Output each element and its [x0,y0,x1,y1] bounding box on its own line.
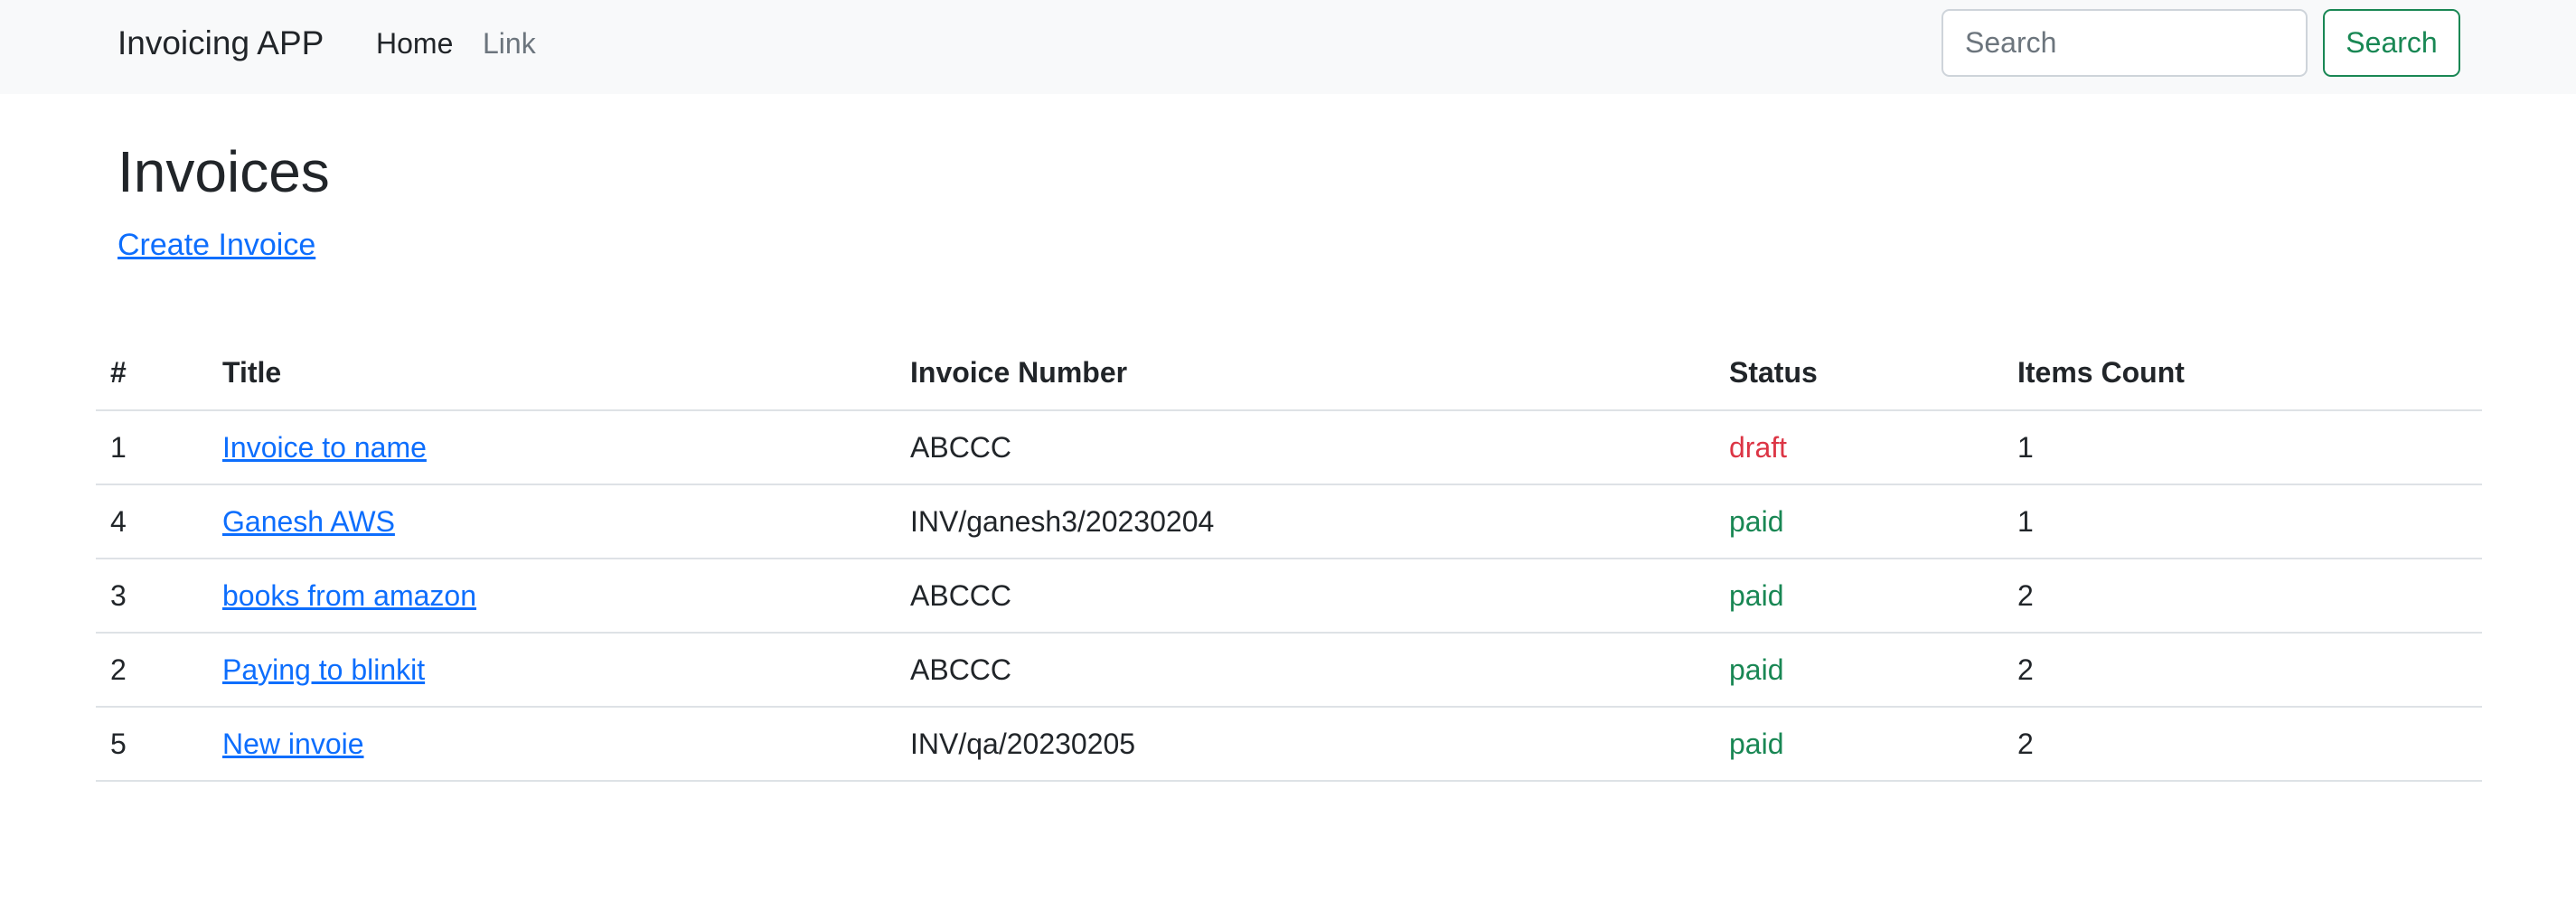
nav-link-home[interactable]: Home [376,25,453,61]
invoice-title-link[interactable]: Invoice to name [222,431,427,464]
status-badge: draft [1715,410,2003,485]
cell-items-count: 2 [2003,707,2482,782]
top-navbar: Invoicing APP Home Link Search [0,0,2576,94]
cell-invoice-number: ABCCC [896,410,1715,485]
invoice-title-link[interactable]: New invoie [222,728,364,760]
status-badge: paid [1715,707,2003,782]
brand-logo[interactable]: Invoicing APP [118,23,324,63]
table-row: 4 Ganesh AWS INV/ganesh3/20230204 paid 1 [96,484,2482,559]
table-row: 1 Invoice to name ABCCC draft 1 [96,410,2482,485]
table-header-row: # Title Invoice Number Status Items Coun… [96,336,2482,411]
invoice-title-link[interactable]: Ganesh AWS [222,505,395,538]
create-invoice-link[interactable]: Create Invoice [118,226,315,264]
page-title: Invoices [118,139,330,204]
invoice-title-link[interactable]: books from amazon [222,579,476,612]
cell-items-count: 1 [2003,484,2482,559]
cell-id: 3 [96,559,208,634]
cell-id: 4 [96,484,208,559]
cell-invoice-number: INV/ganesh3/20230204 [896,484,1715,559]
column-header-status: Status [1715,336,2003,411]
cell-id: 5 [96,707,208,782]
status-badge: paid [1715,559,2003,634]
column-header-items-count: Items Count [2003,336,2482,411]
nav-link-link[interactable]: Link [483,25,536,61]
cell-items-count: 1 [2003,410,2482,485]
table-row: 5 New invoie INV/qa/20230205 paid 2 [96,707,2482,782]
cell-invoice-number: ABCCC [896,559,1715,634]
cell-id: 1 [96,410,208,485]
invoices-table: # Title Invoice Number Status Items Coun… [96,336,2482,782]
table-row: 3 books from amazon ABCCC paid 2 [96,559,2482,634]
cell-id: 2 [96,633,208,708]
cell-items-count: 2 [2003,633,2482,708]
table-row: 2 Paying to blinkit ABCCC paid 2 [96,633,2482,708]
search-input[interactable] [1941,9,2308,77]
status-badge: paid [1715,633,2003,708]
column-header-title: Title [208,336,896,411]
status-badge: paid [1715,484,2003,559]
search-button[interactable]: Search [2323,9,2460,77]
column-header-invoice-number: Invoice Number [896,336,1715,411]
column-header-number: # [96,336,208,411]
cell-invoice-number: ABCCC [896,633,1715,708]
cell-items-count: 2 [2003,559,2482,634]
invoice-title-link[interactable]: Paying to blinkit [222,653,425,686]
cell-invoice-number: INV/qa/20230205 [896,707,1715,782]
